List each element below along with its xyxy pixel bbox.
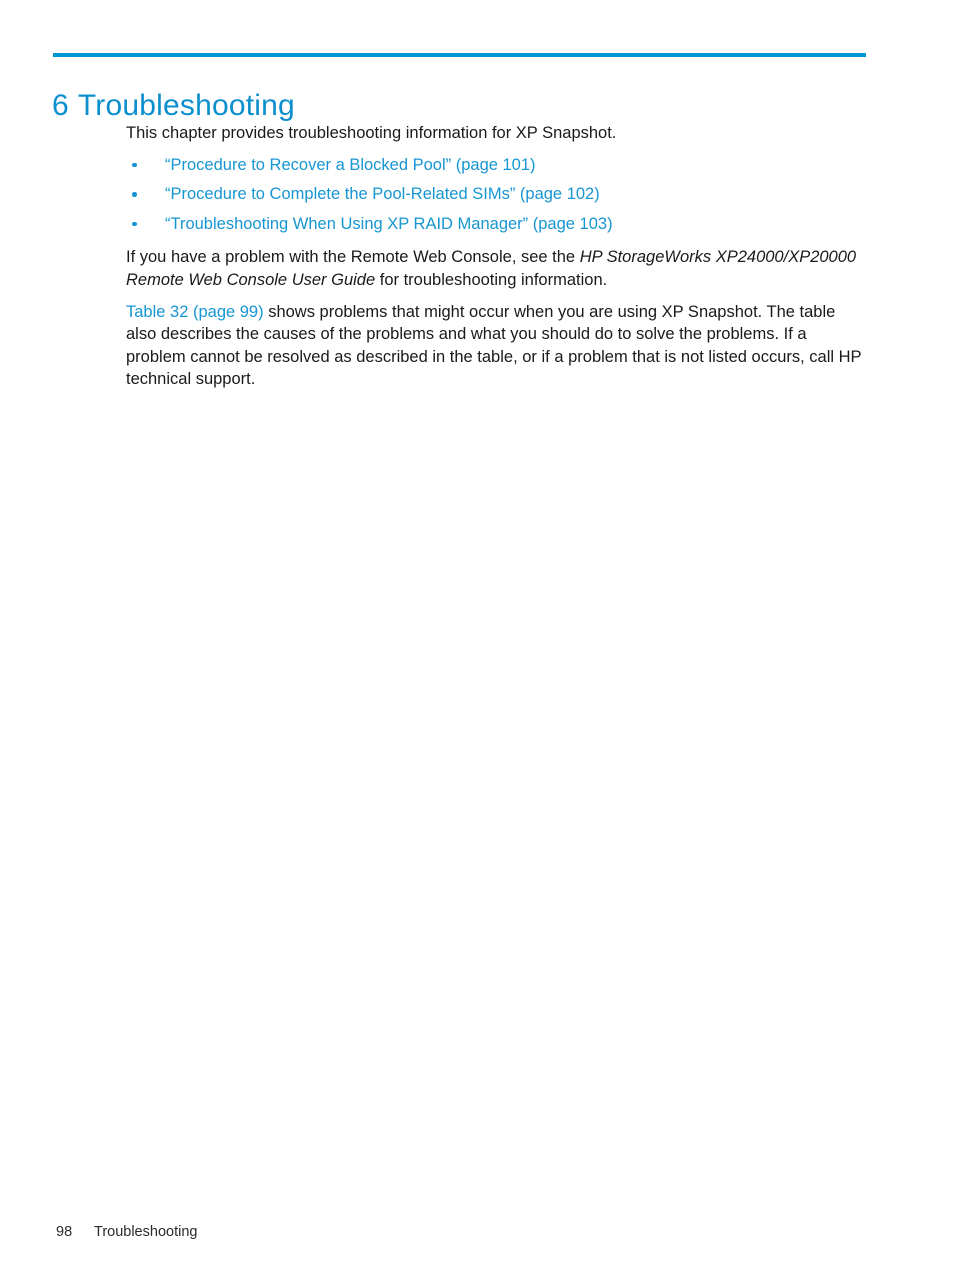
document-page: 6 Troubleshooting This chapter provides t… <box>0 0 954 1271</box>
footer-page-number: 98 <box>56 1224 73 1240</box>
list-item[interactable]: “Procedure to Recover a Blocked Pool” (p… <box>126 154 868 177</box>
footer-section-name: Troubleshooting <box>94 1224 198 1240</box>
list-item[interactable]: “Procedure to Complete the Pool-Related … <box>126 183 868 206</box>
remote-web-console-paragraph: If you have a problem with the Remote We… <box>126 246 868 291</box>
table-32-link[interactable]: Table 32 (page 99) <box>126 303 264 321</box>
bullet-dot-icon <box>132 192 137 197</box>
chapter-number: 6 <box>52 89 69 123</box>
page-footer: 98 Troubleshooting <box>56 1222 197 1242</box>
chapter-rule <box>53 53 866 57</box>
cross-reference-link[interactable]: “Troubleshooting When Using XP RAID Mana… <box>165 215 613 233</box>
cross-reference-link[interactable]: “Procedure to Complete the Pool-Related … <box>165 185 600 203</box>
list-item[interactable]: “Troubleshooting When Using XP RAID Mana… <box>126 213 868 236</box>
chapter-links-list: “Procedure to Recover a Blocked Pool” (p… <box>126 154 868 236</box>
paragraph-tail-text: for troubleshooting information. <box>375 270 608 289</box>
page-title: 6 Troubleshooting <box>52 86 295 126</box>
paragraph-lead-text: If you have a problem with the Remote We… <box>126 248 580 267</box>
intro-paragraph: This chapter provides troubleshooting in… <box>126 124 617 142</box>
chapter-title-text: Troubleshooting <box>77 89 295 123</box>
bullet-dot-icon <box>132 162 137 168</box>
cross-reference-link[interactable]: “Procedure to Recover a Blocked Pool” (p… <box>165 156 536 174</box>
bullet-dot-icon <box>132 221 137 227</box>
body-column: This chapter provides troubleshooting in… <box>126 122 868 391</box>
table-reference-paragraph: Table 32 (page 99) shows problems that m… <box>126 301 868 391</box>
